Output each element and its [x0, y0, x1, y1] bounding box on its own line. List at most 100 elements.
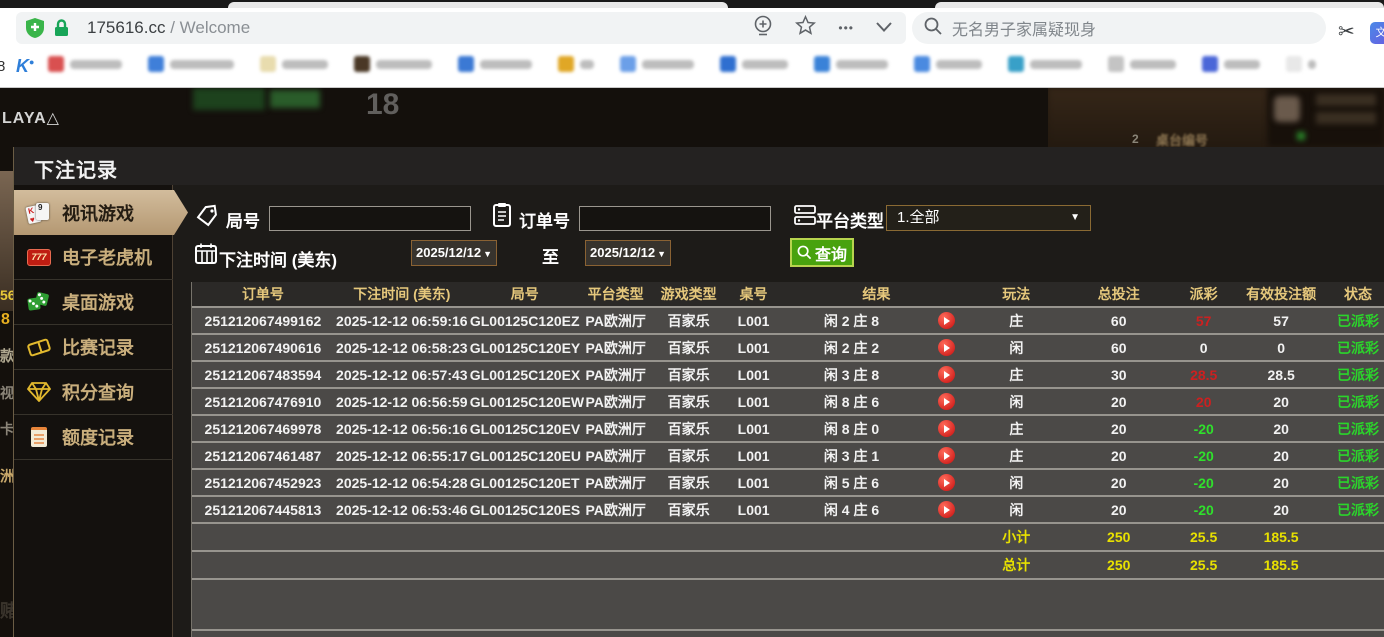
bookmark-item[interactable]	[354, 56, 432, 72]
bookmarks-bar: 8 K●	[0, 48, 1384, 88]
bookmark-item[interactable]	[620, 56, 694, 72]
cell-play[interactable]	[921, 312, 971, 330]
play-icon[interactable]	[938, 339, 955, 356]
sidebar-item-table-games[interactable]: 桌面游戏	[14, 280, 173, 325]
total-row-label: 总计	[971, 555, 1061, 575]
sidebar-item-label: 桌面游戏	[62, 289, 134, 315]
betting-records-modal: 下注记录 K♥9 视讯游戏 777 电子老虎机 桌面游戏	[13, 147, 1384, 637]
cell-play[interactable]	[921, 393, 971, 411]
browser-toolbar: 175616.cc / Welcome ••• 无名男子家属疑现身	[0, 8, 1384, 48]
cell-play[interactable]	[921, 420, 971, 438]
column-header: 平台类型	[580, 284, 652, 304]
bookmark-favicon	[558, 56, 574, 72]
scissors-icon[interactable]: ✂	[1338, 22, 1355, 42]
bookmark-item[interactable]	[48, 56, 122, 72]
cell-round: GL00125C120ES	[470, 502, 580, 518]
bookmark-favicon	[458, 56, 474, 72]
bookmark-label-blur	[1308, 60, 1316, 69]
order-no-input[interactable]	[579, 206, 771, 231]
bookmark-item[interactable]	[260, 56, 328, 72]
play-icon[interactable]	[938, 366, 955, 383]
cell-order: 251212067483594	[192, 367, 334, 383]
ticket-icon	[26, 334, 52, 360]
cell-time: 2025-12-12 06:56:16	[334, 421, 470, 437]
date-from-value: 2025/12/12	[416, 245, 481, 260]
bookmark-item[interactable]	[458, 56, 532, 72]
circle-plus-icon[interactable]	[753, 15, 773, 42]
search-icon	[924, 17, 942, 40]
bookmark-item[interactable]	[148, 56, 234, 72]
bookmark-item[interactable]	[720, 56, 788, 72]
cell-play[interactable]	[921, 366, 971, 384]
cell-total_bet: 20	[1061, 475, 1176, 491]
cell-platform: PA欧洲厅	[580, 392, 652, 412]
bookmark-item[interactable]	[1286, 56, 1316, 72]
cell-play[interactable]	[921, 339, 971, 357]
query-button[interactable]: 查询	[790, 238, 854, 267]
sidebar-item-quota-records[interactable]: 额度记录	[14, 415, 173, 460]
bookmark-item[interactable]	[914, 56, 982, 72]
cell-valid_bet: 20	[1231, 394, 1331, 410]
play-icon[interactable]	[938, 501, 955, 518]
more-dots-icon[interactable]: •••	[838, 21, 854, 35]
address-bar[interactable]: 175616.cc / Welcome •••	[16, 12, 906, 44]
cell-game: 百家乐	[652, 365, 726, 385]
cell-betway: 闲	[971, 338, 1061, 358]
translate-icon[interactable]: 文	[1370, 22, 1384, 44]
modal-content: 局号 订单号 平台类型 1.全部 ▼ 下注时间 (美东) 2025/12/12▼	[174, 185, 1384, 637]
play-icon[interactable]	[938, 312, 955, 329]
bookmark-item[interactable]	[1108, 56, 1176, 72]
cell-valid_bet: 20	[1231, 421, 1331, 437]
platform-type-select[interactable]: 1.全部 ▼	[886, 205, 1091, 231]
url-path: / Welcome	[170, 18, 250, 37]
star-icon[interactable]	[795, 15, 816, 41]
search-box[interactable]: 无名男子家属疑现身	[912, 12, 1326, 44]
cell-game: 百家乐	[652, 473, 726, 493]
column-header: 状态	[1331, 284, 1384, 304]
play-icon[interactable]	[938, 393, 955, 410]
subtotal-row-label: 小计	[971, 527, 1061, 547]
bookmark-logo-k[interactable]: K●	[16, 56, 34, 77]
backdrop-green-block	[193, 88, 265, 110]
play-icon[interactable]	[938, 447, 955, 464]
bookmark-item[interactable]	[814, 56, 888, 72]
backdrop-number: 18	[366, 88, 399, 122]
column-header: 订单号	[192, 284, 334, 304]
cell-valid_bet: 0	[1231, 340, 1331, 356]
bookmark-item[interactable]	[1008, 56, 1082, 72]
round-no-input[interactable]	[269, 206, 471, 231]
cell-game: 百家乐	[652, 419, 726, 439]
cell-play[interactable]	[921, 474, 971, 492]
bookmark-item[interactable]	[558, 56, 594, 72]
cell-betway: 闲	[971, 473, 1061, 493]
gem-icon	[26, 379, 52, 405]
table-row: 2512120674699782025-12-12 06:56:16GL0012…	[192, 416, 1384, 443]
cell-betway: 庄	[971, 365, 1061, 385]
play-icon[interactable]	[938, 474, 955, 491]
play-icon[interactable]	[938, 420, 955, 437]
table-tail-area	[192, 631, 1384, 637]
bookmark-prefix: 8	[0, 58, 5, 75]
slot-777-icon: 777	[26, 244, 52, 270]
bookmark-item[interactable]	[1202, 56, 1260, 72]
column-header: 游戏类型	[652, 284, 726, 304]
backdrop-frag: 2	[1132, 132, 1139, 146]
backdrop-table-no-text: 桌台编号	[1156, 130, 1208, 147]
cell-platform: PA欧洲厅	[580, 338, 652, 358]
cell-valid_bet: 20	[1231, 502, 1331, 518]
cell-play[interactable]	[921, 501, 971, 519]
cell-play[interactable]	[921, 447, 971, 465]
chevron-down-icon[interactable]	[876, 19, 892, 37]
cell-platform: PA欧洲厅	[580, 419, 652, 439]
date-from-picker[interactable]: 2025/12/12▼	[411, 240, 497, 266]
sidebar-item-live-games[interactable]: K♥9 视讯游戏	[14, 190, 188, 235]
column-header: 派彩	[1176, 284, 1231, 304]
cell-result: 闲 2 庄 8	[782, 311, 922, 331]
sidebar-item-match-records[interactable]: 比赛记录	[14, 325, 173, 370]
sidebar-item-points-query[interactable]: 积分查询	[14, 370, 173, 415]
sidebar-item-slots[interactable]: 777 电子老虎机	[14, 235, 173, 280]
cell-total_bet: 60	[1061, 340, 1176, 356]
cell-status: 已派彩	[1331, 500, 1384, 520]
date-to-picker[interactable]: 2025/12/12▼	[585, 240, 671, 266]
cell-payout: 0	[1176, 340, 1231, 356]
